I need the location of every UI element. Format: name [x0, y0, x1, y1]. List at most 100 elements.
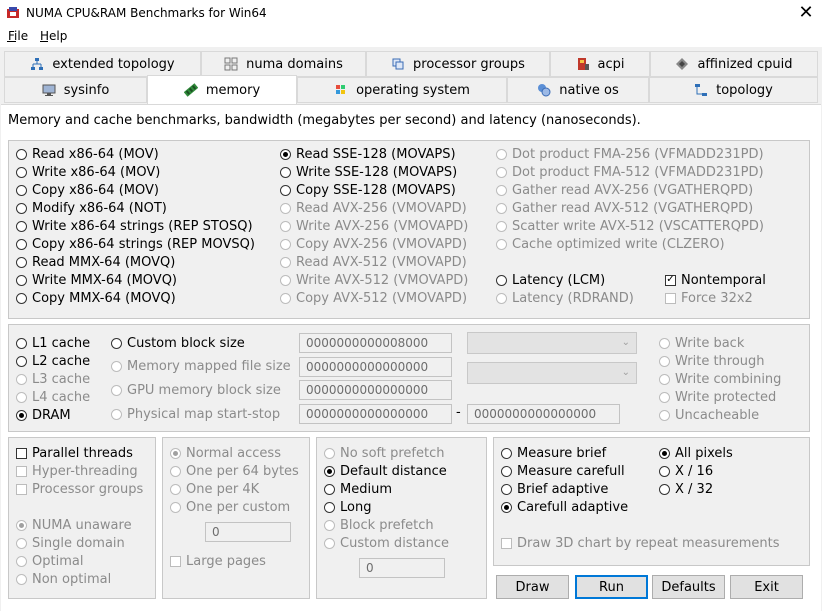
radio-write-back: Write back	[659, 334, 744, 352]
option-label: Custom distance	[340, 535, 450, 551]
radio-copy-sse128[interactable]: Copy SSE-128 (MOVAPS)	[280, 181, 456, 199]
radio-copy-x86-strings[interactable]: Copy x86-64 strings (REP MOVSQ)	[16, 235, 255, 253]
radio-write-x86-strings[interactable]: Write x86-64 strings (REP STOSQ)	[16, 217, 253, 235]
custom-block-size-field[interactable]: 0000000000008000	[299, 333, 452, 353]
mapped-file-select[interactable]: ⌄	[467, 362, 637, 384]
option-label: Gather read AVX-256 (VGATHERQPD)	[512, 182, 754, 198]
option-label: Normal access	[186, 445, 281, 461]
tab-affinized-cpuid[interactable]: affinized cpuid	[650, 51, 818, 77]
prefetch-custom-field[interactable]: 0	[359, 558, 445, 578]
radio-write-x86[interactable]: Write x86-64 (MOV)	[16, 163, 160, 181]
draw-button[interactable]: Draw	[496, 575, 569, 599]
radio-read-sse128[interactable]: Read SSE-128 (MOVAPS)	[280, 145, 456, 163]
option-label: Write MMX-64 (MOVQ)	[32, 272, 177, 288]
radio-one-per-4k: One per 4K	[170, 480, 259, 498]
option-label: Default distance	[340, 463, 447, 479]
option-label: Dot product FMA-256 (VFMADD231PD)	[512, 146, 764, 162]
radio-copy-mmx[interactable]: Copy MMX-64 (MOVQ)	[16, 289, 176, 307]
tab-extended-topology[interactable]: extended topology	[4, 51, 201, 77]
radio-circle	[496, 202, 507, 214]
option-label: Write back	[675, 335, 745, 351]
access-custom-field[interactable]: 0	[205, 522, 291, 542]
tab-label: memory	[205, 82, 261, 98]
tab-label: numa domains	[246, 56, 343, 72]
tab-topology[interactable]: topology	[649, 77, 818, 103]
radio-circle	[16, 391, 27, 403]
radio-write-protected: Write protected	[659, 388, 776, 406]
tab-label: affinized cpuid	[697, 56, 793, 72]
tab-operating-system[interactable]: operating system	[297, 77, 507, 103]
radio-all-pixels[interactable]: All pixels	[659, 444, 733, 462]
option-label: Uncacheable	[675, 407, 760, 423]
radio-circle	[16, 148, 27, 160]
tab-numa-domains[interactable]: numa domains	[201, 51, 366, 77]
radio-latency-lcm[interactable]: Latency (LCM)	[496, 271, 605, 289]
radio-copy-avx256: Copy AVX-256 (VMOVAPD)	[280, 235, 467, 253]
defaults-button[interactable]: Defaults	[652, 575, 725, 599]
radio-numa-unaware: NUMA unaware	[16, 516, 132, 534]
option-label: Block prefetch	[340, 517, 434, 533]
nontemporal-checkbox[interactable]: ✓ Nontemporal	[665, 271, 766, 289]
option-label: Force 32x2	[681, 290, 753, 306]
radio-dram[interactable]: DRAM	[16, 406, 71, 424]
menu-help-underline	[40, 41, 48, 42]
radio-read-x86[interactable]: Read x86-64 (MOV)	[16, 145, 159, 163]
option-label: Write combining	[675, 371, 782, 387]
radio-write-mmx[interactable]: Write MMX-64 (MOVQ)	[16, 271, 177, 289]
radio-x32[interactable]: X / 32	[659, 480, 713, 498]
radio-medium[interactable]: Medium	[324, 480, 392, 498]
radio-dot	[662, 450, 667, 456]
phys-map-stop-field[interactable]: 0000000000000000	[467, 404, 620, 424]
run-button[interactable]: Run	[575, 575, 648, 599]
radio-read-mmx[interactable]: Read MMX-64 (MOVQ)	[16, 253, 175, 271]
option-label: Read AVX-512 (VMOVAPD)	[296, 254, 467, 270]
option-label: Write AVX-256 (VMOVAPD)	[296, 218, 469, 234]
native-os-icon	[538, 84, 551, 97]
radio-modify-x86[interactable]: Modify x86-64 (NOT)	[16, 199, 167, 217]
radio-brief-adaptive[interactable]: Brief adaptive	[501, 480, 608, 498]
close-button[interactable]: ✕	[794, 4, 818, 24]
radio-circle	[111, 337, 122, 349]
option-label: All pixels	[675, 445, 733, 461]
radio-carefull-adaptive[interactable]: Carefull adaptive	[501, 498, 628, 516]
radio-circle	[280, 184, 291, 196]
radio-non-optimal: Non optimal	[16, 570, 111, 588]
tab-processor-groups[interactable]: processor groups	[366, 51, 550, 77]
option-label: Read MMX-64 (MOVQ)	[32, 254, 176, 270]
radio-uncacheable: Uncacheable	[659, 406, 759, 424]
option-label: Write x86-64 strings (REP STOSQ)	[32, 218, 253, 234]
tab-sysinfo[interactable]: sysinfo	[4, 77, 147, 103]
radio-circle	[659, 465, 670, 477]
exit-button[interactable]: Exit	[730, 575, 803, 599]
radio-custom-block[interactable]: Custom block size	[111, 334, 245, 352]
phys-map-start-field[interactable]: 0000000000000000	[299, 404, 452, 424]
radio-l3-cache: L3 cache	[16, 370, 90, 388]
radio-circle	[324, 501, 335, 513]
topology-icon	[695, 84, 708, 96]
radio-circle	[324, 483, 335, 495]
processor-groups-icon	[392, 58, 404, 70]
option-label: NUMA unaware	[32, 517, 132, 533]
radio-long[interactable]: Long	[324, 498, 371, 516]
parallel-threads-checkbox[interactable]: Parallel threads	[16, 444, 133, 462]
mapped-file-size-field[interactable]: 0000000000000000	[299, 357, 452, 377]
app-icon	[7, 7, 19, 18]
radio-l2-cache[interactable]: L2 cache	[16, 352, 90, 370]
radio-circle	[16, 337, 27, 349]
radio-measure-carefull[interactable]: Measure carefull	[501, 462, 625, 480]
radio-l1-cache[interactable]: L1 cache	[16, 334, 90, 352]
block-unit-select[interactable]: ⌄	[467, 332, 637, 354]
radio-write-sse128[interactable]: Write SSE-128 (MOVAPS)	[280, 163, 457, 181]
radio-circle	[659, 373, 670, 385]
tab-memory[interactable]: memory	[147, 75, 297, 104]
radio-default-distance[interactable]: Default distance	[324, 462, 447, 480]
tab-native-os[interactable]: native os	[507, 77, 649, 103]
radio-x16[interactable]: X / 16	[659, 462, 713, 480]
chevron-down-icon: ⌄	[621, 367, 630, 378]
radio-circle	[659, 447, 670, 459]
option-label: Copy AVX-512 (VMOVAPD)	[296, 290, 468, 306]
radio-copy-x86[interactable]: Copy x86-64 (MOV)	[16, 181, 159, 199]
gpu-block-size-field[interactable]: 0000000000000000	[299, 380, 452, 400]
radio-measure-brief[interactable]: Measure brief	[501, 444, 606, 462]
tab-acpi[interactable]: acpi	[550, 51, 650, 77]
